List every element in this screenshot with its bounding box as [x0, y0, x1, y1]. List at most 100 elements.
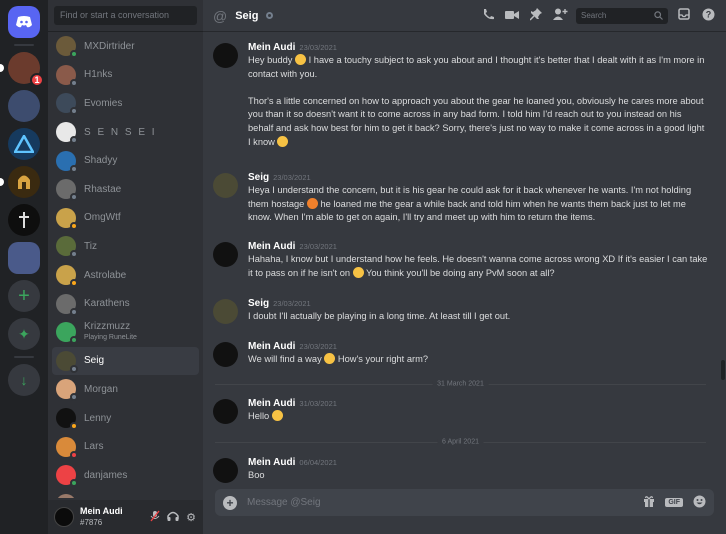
message-composer: + Message @Seig GIF	[215, 489, 714, 516]
status-indicator	[70, 479, 78, 488]
dm-item[interactable]: Morgan	[52, 375, 199, 404]
gif-button[interactable]: GIF	[665, 498, 683, 507]
server-icon-5[interactable]	[8, 204, 40, 236]
dm-item[interactable]: danjames	[52, 461, 199, 490]
unread-pip	[0, 178, 4, 186]
avatar	[56, 150, 78, 173]
chat-scrollbar[interactable]	[721, 360, 725, 380]
avatar[interactable]	[213, 342, 238, 367]
message-author[interactable]: Mein Audi	[248, 398, 295, 409]
helmet-icon	[18, 175, 30, 189]
unread-pip	[0, 64, 4, 72]
download-apps-button[interactable]: ↓	[8, 364, 40, 396]
server-icon-2[interactable]	[8, 90, 40, 122]
header-search-input[interactable]: Search	[576, 7, 668, 24]
avatar[interactable]	[54, 507, 74, 527]
dm-item[interactable]: Karathens	[52, 289, 199, 318]
mute-mic-icon[interactable]	[149, 510, 161, 525]
dm-name: Karathens	[84, 298, 130, 310]
inbox-icon[interactable]	[676, 8, 692, 23]
settings-gear-icon[interactable]: ⚙	[185, 511, 197, 524]
dm-name: Tiz	[84, 240, 97, 252]
dm-item[interactable]: Lucas	[52, 490, 199, 498]
home-button[interactable]	[8, 6, 40, 38]
dm-item[interactable]: MXDirtrider	[52, 32, 199, 61]
dm-item[interactable]: Shadyy	[52, 146, 199, 175]
message-author[interactable]: Seig	[248, 298, 269, 309]
dm-search-input[interactable]: Find or start a conversation	[54, 6, 197, 25]
sweat-smile-emoji-icon	[277, 135, 289, 147]
user-tag: #7876	[80, 518, 103, 527]
gift-icon[interactable]	[643, 495, 655, 510]
avatar	[56, 64, 78, 87]
pinned-messages-icon[interactable]	[528, 7, 544, 24]
dm-name: S E N S E I	[84, 126, 157, 138]
dm-item[interactable]: OmgWtf	[52, 204, 199, 233]
server-rail: 1 + ✦ ↓	[0, 0, 48, 534]
message: Mein Audi 31/03/2021 Hello	[213, 397, 708, 424]
message-author[interactable]: Mein Audi	[248, 341, 295, 352]
dm-item[interactable]: Lars	[52, 432, 199, 461]
dm-name: Rhastae	[84, 183, 122, 195]
explore-servers-button[interactable]: ✦	[8, 318, 40, 350]
dm-name: OmgWtf	[84, 212, 121, 224]
dm-name: Krizzmuzz Playing RuneLite	[84, 321, 137, 342]
message-author[interactable]: Seig	[248, 172, 269, 183]
status-indicator	[70, 393, 78, 402]
dm-item[interactable]: Krizzmuzz Playing RuneLite	[52, 318, 199, 347]
avatar	[56, 36, 78, 59]
message-timestamp: 31/03/2021	[299, 399, 337, 408]
user-panel: Mein Audi #7876 ⚙	[48, 500, 203, 534]
avatar[interactable]	[213, 43, 238, 68]
voice-call-icon[interactable]	[480, 8, 496, 24]
dm-activity: Playing RuneLite	[84, 334, 137, 342]
status-indicator	[70, 136, 78, 145]
status-indicator	[70, 78, 78, 87]
status-indicator	[70, 193, 78, 202]
message-author[interactable]: Mein Audi	[248, 42, 295, 53]
dm-item[interactable]: Lenny	[52, 404, 199, 433]
cross-icon	[19, 212, 29, 228]
avatar	[56, 207, 78, 230]
avatar	[56, 236, 78, 259]
dm-sidebar: Find or start a conversation MXDirtrider…	[48, 0, 203, 534]
message-text: I doubt I'll actually be playing in a lo…	[248, 311, 511, 321]
avatar[interactable]	[213, 242, 238, 267]
message-input[interactable]: Message @Seig	[247, 497, 633, 508]
server-icon-1[interactable]: 1	[0, 52, 44, 87]
add-server-button[interactable]: +	[8, 280, 40, 312]
grinning-emoji-icon	[295, 54, 307, 65]
headphones-icon[interactable]	[167, 510, 179, 525]
server-icon-4[interactable]	[0, 166, 40, 198]
dm-item[interactable]: Tiz	[52, 232, 199, 261]
avatar	[56, 93, 78, 116]
channel-title: Seig	[235, 9, 259, 22]
help-icon[interactable]: ?	[700, 8, 716, 24]
dm-name: Seig	[84, 355, 105, 367]
user-info[interactable]: Mein Audi #7876	[80, 506, 143, 528]
emoji-picker-icon[interactable]	[693, 495, 706, 511]
dm-item[interactable]: Rhastae	[52, 175, 199, 204]
status-indicator	[70, 50, 78, 59]
server-icon-3[interactable]	[8, 128, 40, 160]
dm-name: Morgan	[84, 383, 118, 395]
add-friend-icon[interactable]	[552, 8, 568, 23]
server-folder[interactable]	[8, 242, 40, 274]
dm-item[interactable]: H1nks	[52, 61, 199, 90]
avatar	[56, 379, 78, 402]
avatar[interactable]	[213, 458, 238, 483]
dm-item[interactable]: Seig	[52, 346, 199, 376]
dm-item[interactable]: Astrolabe	[52, 261, 199, 290]
status-indicator	[70, 364, 78, 373]
dm-item[interactable]: Evomies	[52, 89, 199, 118]
rail-separator	[14, 44, 34, 46]
message-author[interactable]: Mein Audi	[248, 457, 295, 468]
dm-item[interactable]: S E N S E I	[52, 118, 199, 147]
upload-plus-icon[interactable]: +	[223, 495, 237, 510]
discord-logo-icon	[16, 16, 32, 28]
avatar[interactable]	[213, 299, 238, 324]
message-author[interactable]: Mein Audi	[248, 241, 295, 252]
avatar[interactable]	[213, 173, 238, 198]
video-call-icon[interactable]	[504, 9, 520, 23]
avatar[interactable]	[213, 399, 238, 424]
